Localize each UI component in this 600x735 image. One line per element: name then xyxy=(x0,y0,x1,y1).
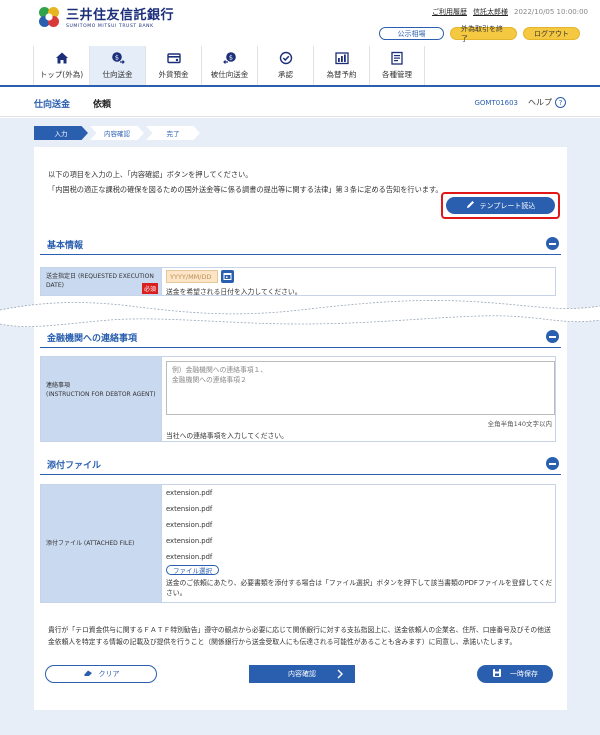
file-select-button[interactable]: ファイル選択 xyxy=(166,565,219,575)
attachment-note: 送金のご依頼にあたり、必要書類を添付する場合は「ファイル選択」ボタンを押下して該… xyxy=(166,579,553,597)
save-disk-icon xyxy=(492,668,502,680)
date-input[interactable]: YYYY/MM/DD xyxy=(166,270,218,283)
page-titlebar: 仕向送金 依頼 GOMT01603 ヘルプ ? xyxy=(0,89,600,117)
contact-row: 連絡事項 (INSTRUCTION FOR DEBTOR AGENT) 例）金融… xyxy=(40,356,556,442)
attached-file: extension.pdf xyxy=(166,553,213,561)
confirm-button[interactable]: 内容確認 xyxy=(249,665,355,683)
nav-label: 被仕向送金 xyxy=(210,70,249,79)
page-subtitle: 依頼 xyxy=(93,100,112,110)
required-badge: 必須 xyxy=(142,283,159,294)
attached-file: extension.pdf xyxy=(166,489,213,497)
attached-file: extension.pdf xyxy=(166,521,213,529)
public-rate-button[interactable]: 公示相場 xyxy=(379,27,444,40)
temp-save-label: 一時保存 xyxy=(510,670,538,678)
pencil-icon xyxy=(466,200,475,211)
eraser-icon xyxy=(83,669,93,679)
calendar-icon[interactable] xyxy=(221,270,234,283)
attachment-label: 添付ファイル (ATTACHED FILE) xyxy=(41,485,162,602)
logout-button[interactable]: ログアウト xyxy=(523,27,580,40)
contact-hint: 当社への連絡事項を入力してください。 xyxy=(166,432,288,440)
contact-label-en: (INSTRUCTION FOR DEBTOR AGENT) xyxy=(46,391,156,398)
step-complete: 完了 xyxy=(146,126,200,140)
nav-item-outward-remittance[interactable]: $ 仕向送金 xyxy=(89,46,145,85)
consent-note: 貴行が「テロ資金供与に関するＦＡＴＦ特別勧告」遵守の観点から必要に応じて関係銀行… xyxy=(48,626,551,646)
help-link[interactable]: ヘルプ ? xyxy=(528,97,566,108)
nav-item-inward-remittance[interactable]: $ 被仕向送金 xyxy=(201,46,257,85)
char-limit: 全角半角140文字以内 xyxy=(487,420,552,428)
svg-text:$: $ xyxy=(114,53,118,61)
login-timestamp: 2022/10/05 10:00:00 xyxy=(513,8,588,16)
attachment-row: 添付ファイル (ATTACHED FILE) extension.pdf ext… xyxy=(40,484,556,603)
step-indicator: 入力 内容確認 完了 xyxy=(34,126,202,140)
contact-placeholder-2: 金融機関への連絡事項２ xyxy=(172,376,247,384)
fx-end-button[interactable]: 外為取引を終了 xyxy=(450,25,517,43)
deposit-card-icon xyxy=(166,51,181,65)
home-icon xyxy=(55,51,69,65)
user-name-link[interactable]: 信託太郎様 xyxy=(473,7,508,17)
help-icon: ? xyxy=(555,97,566,108)
contact-label-ja: 連絡事項 xyxy=(46,382,71,389)
attachment-title: 添付ファイル xyxy=(47,461,102,471)
page-title: 仕向送金 xyxy=(34,100,71,110)
bank-name: 三井住友信託銀行 xyxy=(66,8,175,23)
contact-label: 連絡事項 (INSTRUCTION FOR DEBTOR AGENT) xyxy=(41,357,162,441)
bank-logo-icon xyxy=(38,6,60,28)
nav-item-fx-deposit[interactable]: 外貨預金 xyxy=(145,46,201,85)
clear-label: クリア xyxy=(98,670,120,678)
template-load-button[interactable]: テンプレート読込 xyxy=(446,197,555,214)
attachment-section-header: 添付ファイル xyxy=(40,453,561,475)
date-label-ja: 送金指定日 xyxy=(46,273,77,280)
basic-info-section-header: 基本情報 xyxy=(40,233,561,255)
contact-title: 金融機関への連絡事項 xyxy=(47,334,138,344)
nav-label: 承認 xyxy=(278,70,293,79)
intro-text: 以下の項目を入力の上、「内容確認」ボタンを押してください。 「内国税の適正な課税… xyxy=(48,167,443,197)
collapse-icon[interactable] xyxy=(546,237,559,250)
step-input: 入力 xyxy=(34,126,88,140)
management-icon xyxy=(390,51,404,65)
money-send-icon: $ xyxy=(111,51,125,65)
intro-line-1: 以下の項目を入力の上、「内容確認」ボタンを押してください。 xyxy=(48,170,253,179)
clear-button[interactable]: クリア xyxy=(45,665,157,683)
chevron-right-icon xyxy=(337,669,343,681)
contact-textarea[interactable]: 例）金融機関への連絡事項１、 金融機関への連絡事項２ xyxy=(166,361,555,415)
intro-line-2: 「内国税の適正な課税の確保を図るための国外送金等に係る調書の提出等に関する法律」… xyxy=(48,185,443,194)
nav-label: 仕向送金 xyxy=(102,70,133,79)
date-hint: 送金を希望される日付を入力してください。 xyxy=(166,288,302,296)
basic-info-title: 基本情報 xyxy=(47,241,84,251)
nav-label: 為替予約 xyxy=(326,70,357,79)
nav-item-top[interactable]: トップ(外為) xyxy=(33,46,89,85)
attached-file: extension.pdf xyxy=(166,537,213,545)
date-row: 送金指定日 (REQUESTED EXECUTION DATE) 必須 YYYY… xyxy=(40,267,556,296)
template-load-label: テンプレート読込 xyxy=(479,201,536,210)
money-receive-icon: $ xyxy=(222,51,237,65)
approve-check-icon xyxy=(279,51,293,65)
nav-label: 外貨預金 xyxy=(158,70,189,79)
main-form-card: 以下の項目を入力の上、「内容確認」ボタンを押してください。 「内国税の適正な課税… xyxy=(34,147,567,710)
nav-item-forex-reservation[interactable]: 為替予約 xyxy=(313,46,369,85)
contact-placeholder-1: 例）金融機関への連絡事項１、 xyxy=(172,366,268,374)
bank-logo[interactable]: 三井住友信託銀行 SUMITOMO MITSUI TRUST BANK xyxy=(38,4,174,29)
nav-label: トップ(外為) xyxy=(39,70,84,79)
usage-history-link[interactable]: ご利用履歴 xyxy=(432,7,467,17)
screen-id: GOMT01603 xyxy=(474,99,518,107)
collapse-icon[interactable] xyxy=(546,457,559,470)
temp-save-button[interactable]: 一時保存 xyxy=(477,665,553,683)
confirm-label: 内容確認 xyxy=(288,670,316,678)
page-break-tear xyxy=(0,300,600,327)
step-confirm: 内容確認 xyxy=(90,126,144,140)
nav-item-approval[interactable]: 承認 xyxy=(257,46,313,85)
attached-file: extension.pdf xyxy=(166,505,213,513)
svg-text:$: $ xyxy=(228,53,232,61)
nav-item-management[interactable]: 各種管理 xyxy=(369,46,425,85)
forex-reservation-icon xyxy=(334,51,349,65)
help-label: ヘルプ xyxy=(528,98,552,107)
global-nav: トップ(外為) $ 仕向送金 外貨預金 $ 被仕向送金 承認 為替予約 各種管理 xyxy=(0,46,600,87)
header: 三井住友信託銀行 SUMITOMO MITSUI TRUST BANK ご利用履… xyxy=(0,0,600,46)
bank-name-en: SUMITOMO MITSUI TRUST BANK xyxy=(66,24,154,29)
nav-label: 各種管理 xyxy=(382,70,412,79)
